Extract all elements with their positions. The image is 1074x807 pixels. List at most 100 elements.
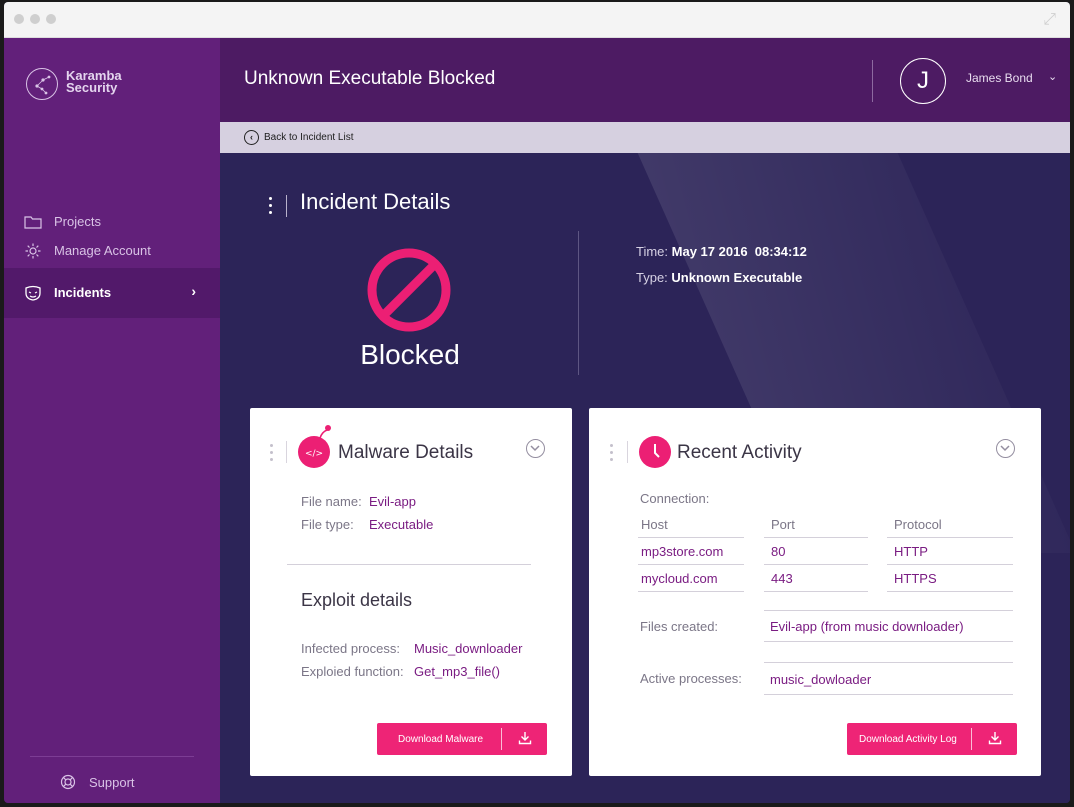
card-title: Malware Details bbox=[338, 442, 474, 463]
download-malware-button[interactable]: Download Malware bbox=[377, 723, 547, 755]
card-title-divider bbox=[286, 441, 287, 463]
button-divider bbox=[971, 728, 972, 750]
window-zoom-dot[interactable] bbox=[46, 14, 56, 24]
clock-icon bbox=[639, 436, 671, 468]
incident-type: Type: Unknown Executable bbox=[636, 270, 802, 285]
table-rule bbox=[887, 591, 1013, 592]
host-cell: mp3store.com bbox=[641, 544, 724, 559]
bomb-code-icon: </> bbox=[298, 436, 330, 468]
sidebar-item-label: Incidents bbox=[54, 285, 112, 300]
kebab-menu-icon[interactable] bbox=[269, 444, 275, 464]
lifebuoy-icon bbox=[60, 774, 76, 793]
gear-icon bbox=[24, 242, 42, 260]
breadcrumb-bar: ‹ Back to Incident List bbox=[220, 122, 1070, 153]
page-header: Unknown Executable Blocked J James Bond … bbox=[220, 38, 1070, 122]
time-value: May 17 2016 08:34:12 bbox=[671, 244, 807, 259]
support-label: Support bbox=[89, 775, 135, 790]
exploited-function-label: Exploied function: bbox=[301, 664, 404, 679]
port-cell: 443 bbox=[771, 571, 793, 586]
table-rule bbox=[638, 591, 744, 592]
host-cell: mycloud.com bbox=[641, 571, 718, 586]
sidebar-item-incidents[interactable]: Incidents › bbox=[4, 268, 220, 318]
fullscreen-icon[interactable]: ⤢ bbox=[1043, 12, 1056, 28]
chevron-down-icon[interactable]: ⌄ bbox=[1048, 70, 1057, 83]
brand-line2: Security bbox=[66, 80, 118, 95]
active-processes-label: Active processes: bbox=[640, 671, 742, 686]
port-cell: 80 bbox=[771, 544, 786, 559]
exploit-details-title: Exploit details bbox=[301, 590, 413, 610]
brand-logo[interactable]: Karamba Security bbox=[26, 68, 206, 104]
mask-icon bbox=[24, 284, 42, 302]
incident-time: Time: May 17 2016 08:34:12 bbox=[636, 244, 807, 259]
table-rule bbox=[887, 564, 1013, 565]
protocol-cell: HTTPS bbox=[894, 571, 937, 586]
avatar[interactable]: J bbox=[900, 58, 946, 104]
recent-activity-card: Recent Activity Connection: Host Port Pr… bbox=[589, 408, 1041, 776]
sidebar: Karamba Security Projects Manage Account… bbox=[4, 38, 220, 803]
infected-process-label: Infected process: bbox=[301, 641, 400, 656]
column-header-protocol: Protocol bbox=[894, 517, 942, 532]
file-type-value: Executable bbox=[369, 517, 434, 532]
table-rule bbox=[764, 537, 868, 538]
button-label: Download Activity Log bbox=[859, 734, 957, 745]
back-to-incident-list-link[interactable]: Back to Incident List bbox=[264, 132, 354, 143]
button-label: Download Malware bbox=[398, 734, 484, 745]
table-rule bbox=[764, 694, 1013, 695]
table-rule bbox=[638, 564, 744, 565]
table-rule bbox=[764, 641, 1013, 642]
download-icon bbox=[518, 731, 532, 745]
infected-process-value: Music_downloader bbox=[414, 641, 523, 656]
sidebar-item-label: Projects bbox=[54, 214, 101, 229]
header-divider bbox=[872, 60, 873, 102]
column-header-host: Host bbox=[641, 517, 668, 532]
sidebar-item-label: Manage Account bbox=[54, 243, 151, 258]
fuse-spark-icon bbox=[319, 425, 331, 439]
kebab-menu-icon[interactable] bbox=[268, 197, 274, 217]
sidebar-item-manage-account[interactable]: Manage Account bbox=[4, 239, 220, 263]
page-title: Unknown Executable Blocked bbox=[244, 68, 496, 89]
section-title: Incident Details bbox=[300, 189, 451, 214]
sidebar-divider bbox=[30, 756, 194, 757]
file-name-label: File name: bbox=[301, 494, 362, 509]
app-window: ⤢ Karamba Security Projects Manage Accou… bbox=[4, 2, 1070, 803]
window-minimize-dot[interactable] bbox=[30, 14, 40, 24]
folder-icon bbox=[24, 213, 42, 231]
table-rule bbox=[764, 564, 868, 565]
chevron-down-icon[interactable] bbox=[526, 439, 545, 458]
button-divider bbox=[501, 728, 502, 750]
svg-text:</>: </> bbox=[305, 449, 323, 459]
files-created-label: Files created: bbox=[640, 619, 719, 634]
status-label: Blocked bbox=[360, 339, 460, 370]
constellation-icon bbox=[26, 68, 58, 100]
chevron-right-icon: › bbox=[191, 283, 196, 299]
kebab-menu-icon[interactable] bbox=[609, 444, 615, 464]
table-rule bbox=[764, 662, 1013, 663]
sidebar-item-projects[interactable]: Projects bbox=[4, 210, 220, 234]
card-title: Recent Activity bbox=[677, 442, 802, 463]
card-divider bbox=[287, 564, 531, 565]
table-rule bbox=[764, 610, 1013, 611]
title-divider bbox=[286, 195, 287, 217]
table-rule bbox=[887, 537, 1013, 538]
column-header-port: Port bbox=[771, 517, 795, 532]
malware-details-card: </> Malware Details File name: Evil-app … bbox=[250, 408, 572, 776]
window-close-dot[interactable] bbox=[14, 14, 24, 24]
download-activity-log-button[interactable]: Download Activity Log bbox=[847, 723, 1017, 755]
user-name[interactable]: James Bond bbox=[966, 71, 1033, 85]
blocked-icon bbox=[366, 247, 452, 333]
chevron-down-icon[interactable] bbox=[996, 439, 1015, 458]
window-titlebar: ⤢ bbox=[4, 2, 1070, 38]
brand-name: Karamba Security bbox=[66, 69, 156, 95]
table-rule bbox=[638, 537, 744, 538]
download-icon bbox=[988, 731, 1002, 745]
type-value: Unknown Executable bbox=[671, 270, 803, 285]
table-rule bbox=[764, 591, 868, 592]
active-processes-value: music_dowloader bbox=[770, 672, 872, 687]
support-link[interactable]: Support bbox=[4, 770, 220, 794]
main-content: Incident Details Blocked Time: May 17 20… bbox=[220, 153, 1070, 803]
type-label: Type: bbox=[636, 270, 668, 285]
time-label: Time: bbox=[636, 244, 669, 259]
file-name-value: Evil-app bbox=[369, 494, 416, 509]
back-arrow-icon[interactable]: ‹ bbox=[244, 130, 259, 145]
info-divider bbox=[578, 231, 579, 375]
